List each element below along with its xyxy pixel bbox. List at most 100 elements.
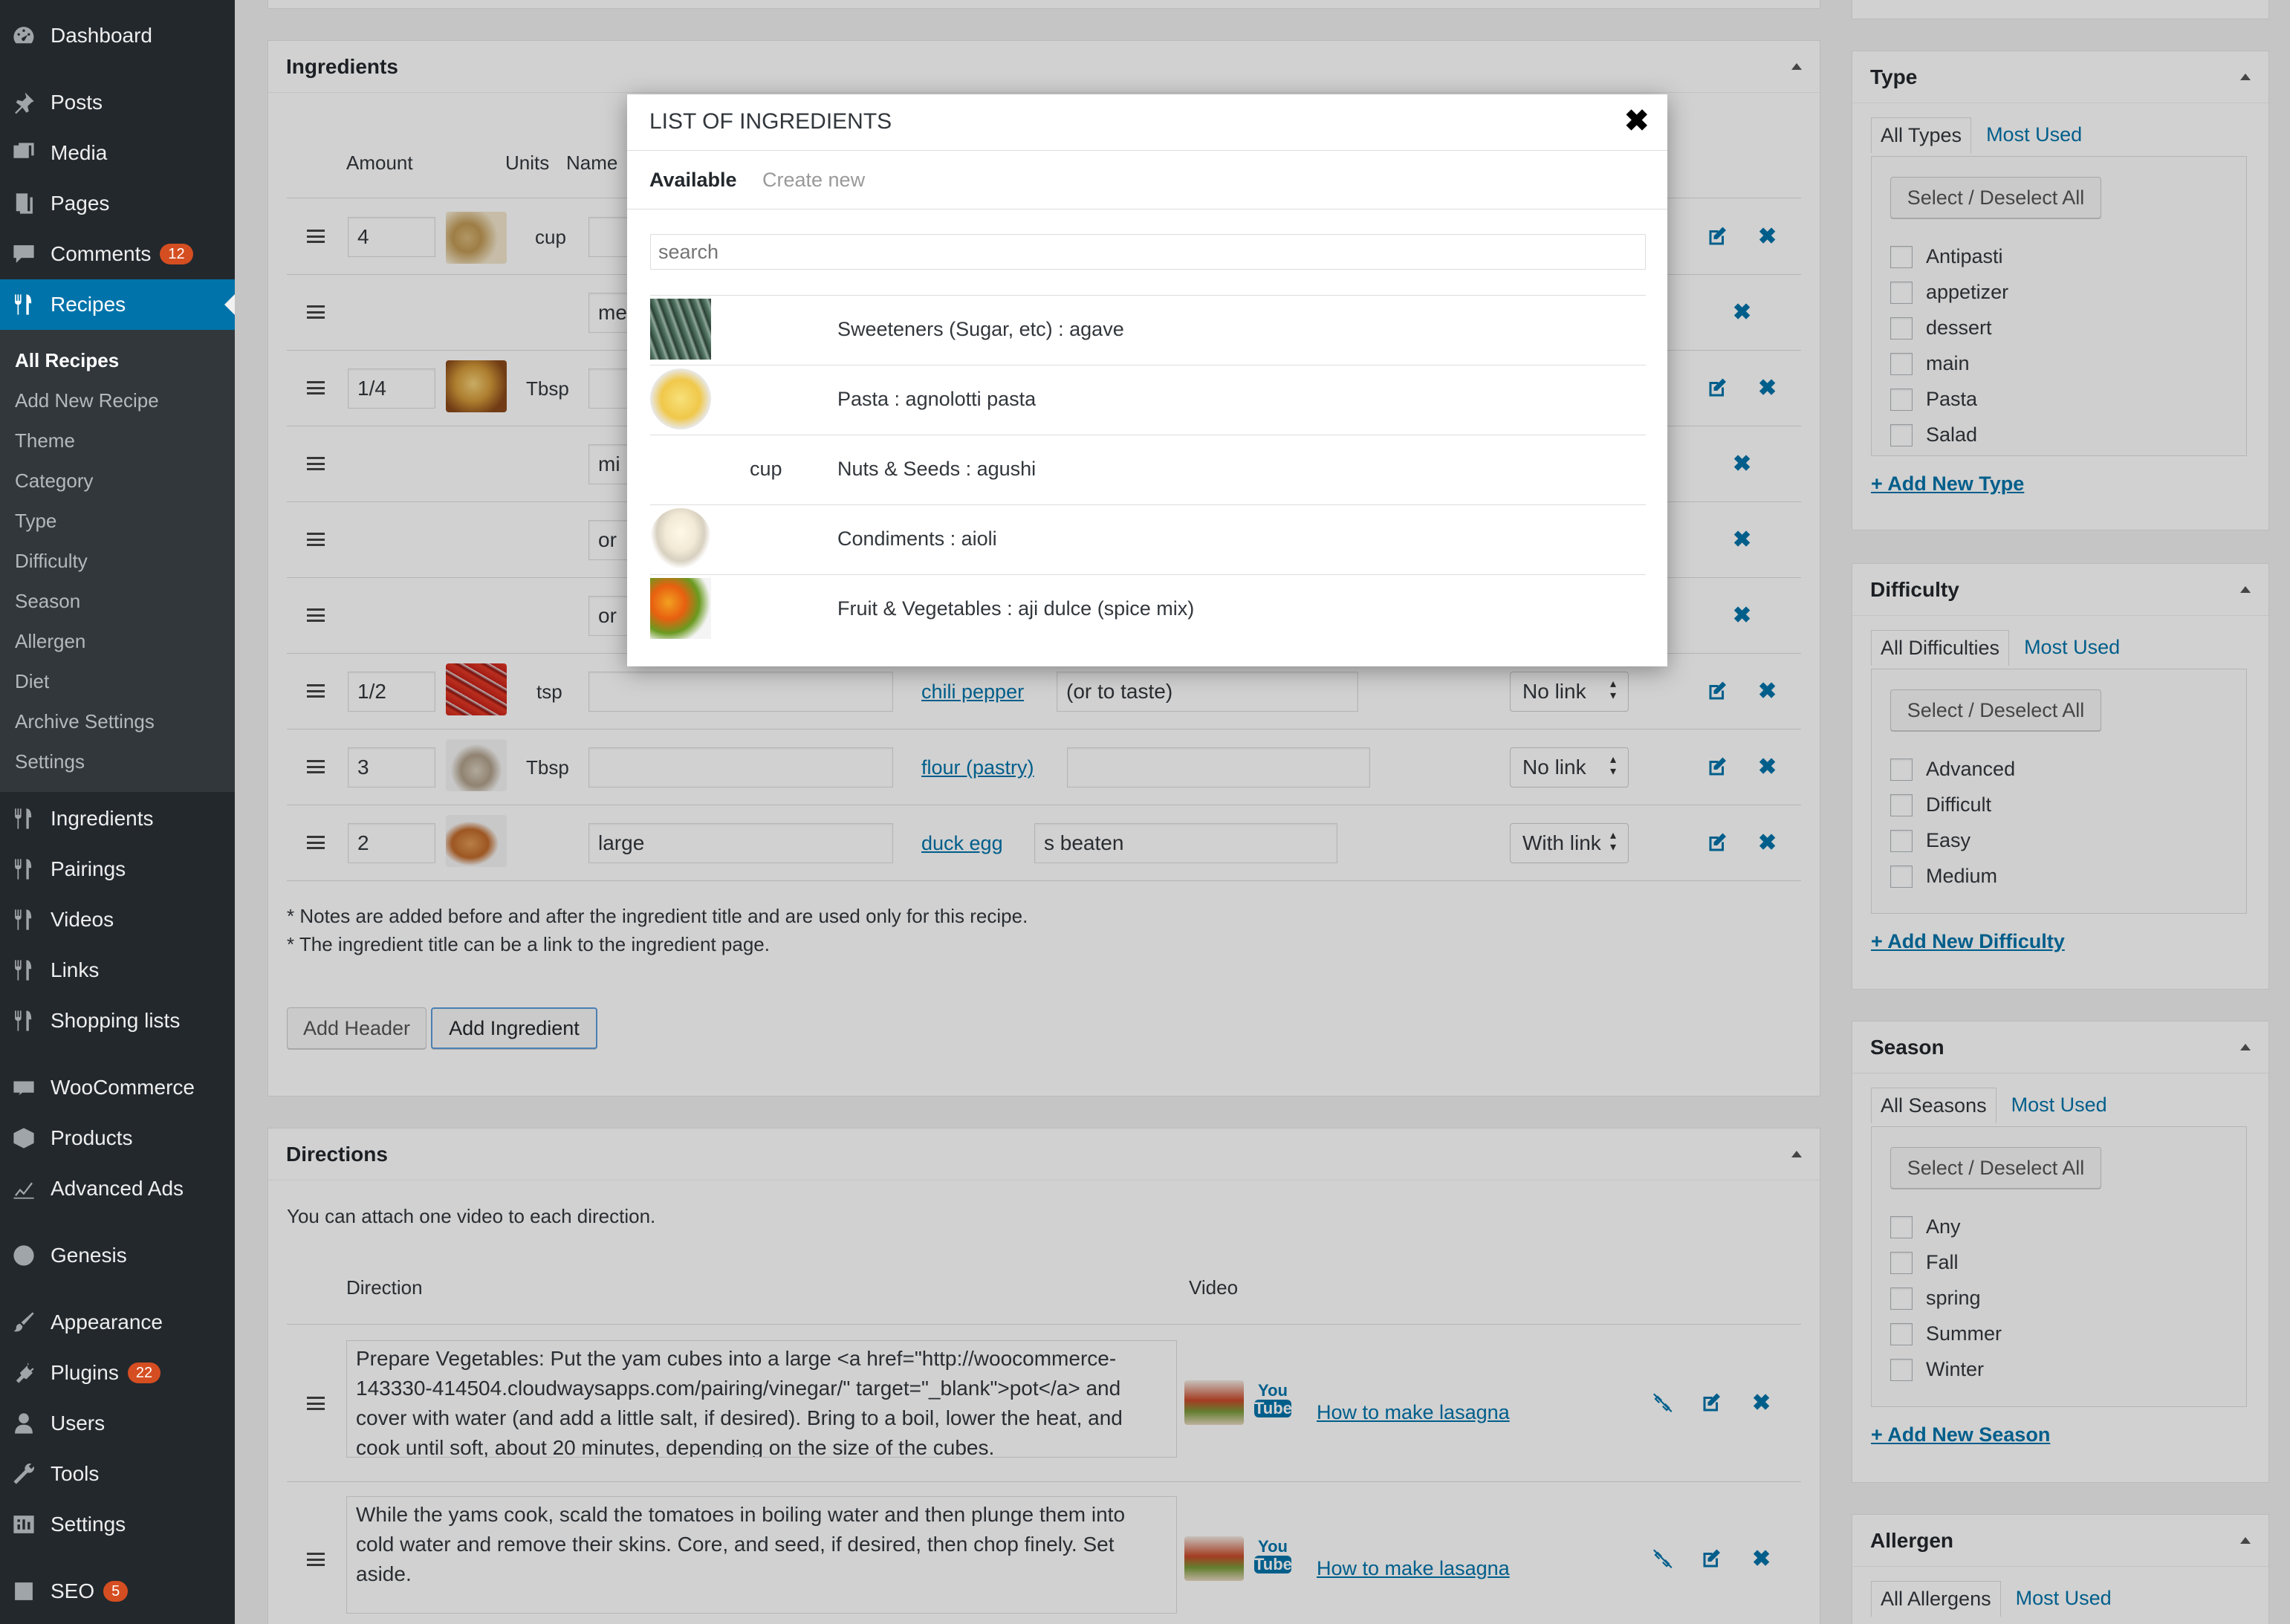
wrench-icon — [9, 1459, 39, 1489]
ingredient-thumbnail — [650, 508, 711, 569]
menu-recipes[interactable]: Recipes — [0, 279, 235, 330]
menu-label: Genesis — [51, 1244, 127, 1267]
menu-seo[interactable]: SEO 5 — [0, 1566, 235, 1617]
menu-videos[interactable]: Videos — [0, 894, 235, 945]
ingredient-name: Nuts & Seeds : agushi — [837, 458, 1037, 480]
menu-label: Settings — [51, 1513, 126, 1536]
genesis-icon — [9, 1241, 39, 1270]
recipes-submenu: All Recipes Add New Recipe Theme Categor… — [0, 330, 235, 792]
ingredient-name: Pasta : agnolotti pasta — [837, 388, 1037, 410]
media-icon — [9, 138, 39, 168]
ingredient-name: Condiments : aioli — [837, 527, 997, 550]
modal-list-item[interactable]: Sweeteners (Sugar, etc) : agave — [650, 295, 1646, 365]
ingredients-modal: LIST OF INGREDIENTS ✖ Available Create n… — [627, 94, 1667, 666]
modal-list-item[interactable]: cup Nuts & Seeds : agushi — [650, 435, 1646, 504]
menu-label: Shopping lists — [51, 1009, 181, 1032]
divider — [627, 209, 1667, 210]
menu-links[interactable]: Links — [0, 945, 235, 995]
submenu-diet[interactable]: Diet — [15, 670, 49, 693]
ingredient-unit: cup — [750, 458, 782, 480]
modal-list-item[interactable]: Condiments : aioli — [650, 504, 1646, 574]
menu-genesis[interactable]: Genesis — [0, 1230, 235, 1281]
menu-pages[interactable]: Pages — [0, 178, 235, 229]
menu-label: Videos — [51, 908, 114, 931]
submenu-settings[interactable]: Settings — [15, 750, 85, 773]
users-icon — [9, 1409, 39, 1438]
submenu-category[interactable]: Category — [15, 470, 94, 493]
dashboard-icon — [9, 21, 39, 51]
menu-dashboard[interactable]: Dashboard — [0, 10, 235, 61]
menu-label: Products — [51, 1126, 133, 1149]
fork-knife-icon — [9, 905, 39, 935]
menu-shopping-lists[interactable]: Shopping lists — [0, 995, 235, 1046]
fork-knife-icon — [9, 290, 39, 319]
woo-icon — [9, 1073, 39, 1102]
modal-title: LIST OF INGREDIENTS — [649, 109, 892, 134]
submenu-add-new-recipe[interactable]: Add New Recipe — [15, 389, 159, 412]
menu-plugins[interactable]: Plugins 22 — [0, 1348, 235, 1398]
menu-label: Links — [51, 958, 100, 981]
menu-woocommerce[interactable]: WooCommerce — [0, 1062, 235, 1113]
menu-label: Comments — [51, 242, 152, 265]
comments-count-badge: 12 — [160, 244, 193, 264]
menu-comments[interactable]: Comments 12 — [0, 229, 235, 279]
current-menu-arrow — [224, 294, 235, 315]
menu-label: Dashboard — [51, 24, 152, 47]
menu-posts[interactable]: Posts — [0, 77, 235, 128]
menu-label: Posts — [51, 91, 103, 114]
menu-label: Plugins — [51, 1361, 119, 1384]
menu-pairings[interactable]: Pairings — [0, 844, 235, 894]
seo-icon — [9, 1576, 39, 1606]
menu-appearance[interactable]: Appearance — [0, 1297, 235, 1348]
close-icon[interactable]: ✖ — [1624, 105, 1650, 137]
menu-label: Ingredients — [51, 807, 154, 830]
menu-label: WooCommerce — [51, 1076, 195, 1099]
menu-label: SEO — [51, 1579, 95, 1602]
products-icon — [9, 1123, 39, 1153]
menu-label: Pages — [51, 192, 110, 215]
menu-advanced-ads[interactable]: Advanced Ads — [0, 1163, 235, 1214]
menu-label: Appearance — [51, 1310, 163, 1334]
fork-knife-icon — [9, 854, 39, 884]
menu-users[interactable]: Users — [0, 1398, 235, 1449]
pin-icon — [9, 88, 39, 117]
comments-icon — [9, 239, 39, 269]
tab-create-new[interactable]: Create new — [762, 169, 865, 192]
submenu-difficulty[interactable]: Difficulty — [15, 550, 88, 573]
tab-available[interactable]: Available — [649, 169, 737, 192]
fork-knife-icon — [9, 804, 39, 834]
ingredient-name: Fruit & Vegetables : aji dulce (spice mi… — [837, 597, 1195, 620]
menu-label: Media — [51, 141, 108, 164]
submenu-all-recipes[interactable]: All Recipes — [15, 349, 119, 372]
menu-ingredients[interactable]: Ingredients — [0, 793, 235, 844]
ingredient-thumbnail — [650, 578, 711, 639]
search-input[interactable] — [650, 234, 1646, 270]
submenu-season[interactable]: Season — [15, 590, 80, 613]
fork-knife-icon — [9, 1006, 39, 1036]
ingredient-name: Sweeteners (Sugar, etc) : agave — [837, 318, 1124, 340]
modal-list-item[interactable]: Pasta : agnolotti pasta — [650, 365, 1646, 435]
modal-list-item[interactable]: Fruit & Vegetables : aji dulce (spice mi… — [650, 574, 1646, 644]
menu-settings[interactable]: Settings — [0, 1499, 235, 1550]
brush-icon — [9, 1308, 39, 1337]
ingredient-thumbnail — [650, 299, 711, 360]
menu-media[interactable]: Media — [0, 128, 235, 178]
plugins-count-badge: 22 — [127, 1362, 161, 1383]
menu-label: Tools — [51, 1462, 100, 1485]
menu-products[interactable]: Products — [0, 1113, 235, 1163]
menu-tools[interactable]: Tools — [0, 1449, 235, 1499]
menu-label: Pairings — [51, 857, 126, 880]
divider — [627, 150, 1667, 151]
menu-label: Recipes — [51, 293, 126, 316]
submenu-theme[interactable]: Theme — [15, 429, 75, 452]
plug-icon — [9, 1358, 39, 1388]
submenu-archive-settings[interactable]: Archive Settings — [15, 710, 155, 733]
menu-label: Advanced Ads — [51, 1177, 184, 1200]
submenu-allergen[interactable]: Allergen — [15, 630, 85, 653]
submenu-type[interactable]: Type — [15, 510, 56, 533]
pages-icon — [9, 189, 39, 218]
settings-icon — [9, 1510, 39, 1539]
ingredient-thumbnail — [650, 368, 711, 429]
fork-knife-icon — [9, 955, 39, 985]
seo-count-badge: 5 — [103, 1581, 129, 1602]
